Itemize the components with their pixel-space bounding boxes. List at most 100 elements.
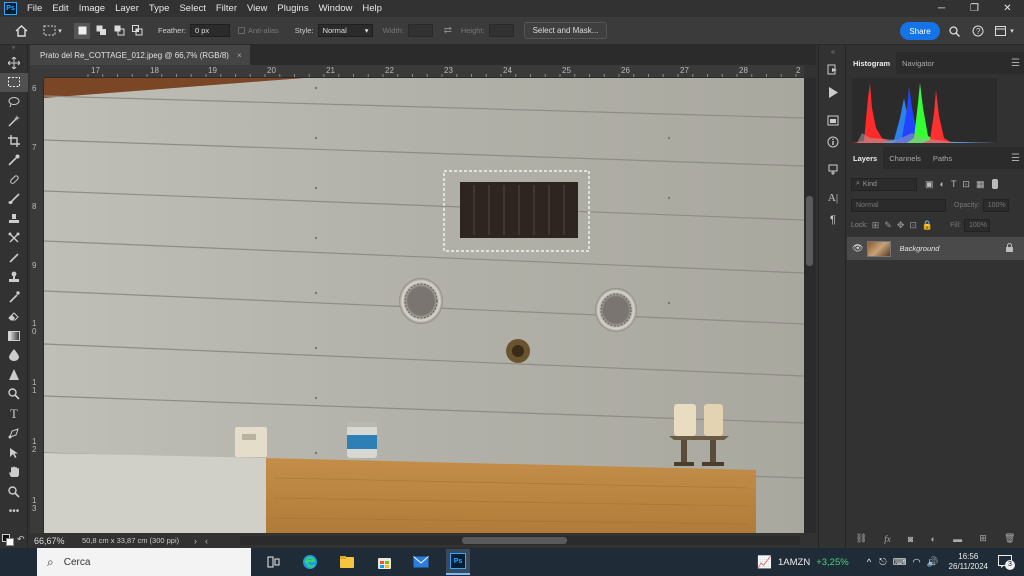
taskbar-search[interactable]: ⌕ Cerca xyxy=(37,548,251,576)
type-tool-icon[interactable]: T xyxy=(0,404,28,424)
chevron-up-icon[interactable]: ^ xyxy=(867,557,871,568)
feather-input[interactable]: 0 px xyxy=(189,24,230,37)
crop-tool-icon[interactable] xyxy=(0,131,28,151)
marquee-tool-preset-icon[interactable] xyxy=(42,24,56,38)
scroll-left-icon[interactable]: ‹ xyxy=(205,536,208,546)
menu-type[interactable]: Type xyxy=(144,3,175,14)
panel-menu-icon[interactable]: ☰ xyxy=(1011,153,1020,164)
add-mask-icon[interactable]: ◙ xyxy=(908,534,913,544)
adjustment-layer-icon[interactable]: ◐ xyxy=(930,534,935,544)
add-to-selection-icon[interactable] xyxy=(94,24,108,38)
minimize-button[interactable]: ─ xyxy=(925,0,958,17)
info-icon[interactable] xyxy=(819,131,847,153)
properties-icon[interactable] xyxy=(819,109,847,131)
path-selection-tool-icon[interactable] xyxy=(0,424,28,444)
swap-colors-icon[interactable]: ↶ xyxy=(17,534,25,545)
blend-mode-select[interactable]: Normal xyxy=(851,198,946,212)
zoom-tool-icon[interactable] xyxy=(0,482,28,502)
filter-toggle-icon[interactable] xyxy=(992,179,999,189)
fx-icon[interactable]: fx xyxy=(884,534,891,544)
menu-edit[interactable]: Edit xyxy=(47,3,73,14)
clone-stamp-tool-icon[interactable] xyxy=(0,209,28,229)
menu-image[interactable]: Image xyxy=(74,3,110,14)
color-swatches[interactable]: ↶ xyxy=(2,534,26,547)
play-actions-icon[interactable] xyxy=(819,81,847,103)
swap-icon[interactable]: ⇄ xyxy=(441,24,455,38)
stock-trend-icon[interactable]: 📈 xyxy=(757,555,772,569)
libraries-icon[interactable] xyxy=(819,159,847,181)
stock-change[interactable]: +3,25% xyxy=(816,557,849,568)
chevron-down-icon[interactable]: ▾ xyxy=(1008,24,1016,38)
rectangular-marquee-tool-icon[interactable] xyxy=(0,72,28,92)
pen-tool-icon[interactable] xyxy=(0,385,28,405)
filter-icons[interactable]: ▣◐T⊡▦ xyxy=(925,179,990,190)
menu-help[interactable]: Help xyxy=(357,3,387,14)
eyedropper-tool-icon[interactable] xyxy=(0,151,28,171)
horizontal-scrollbar[interactable] xyxy=(240,536,800,545)
keyboard-icon[interactable]: ⌨ xyxy=(893,557,907,568)
chevron-down-icon[interactable]: ▾ xyxy=(56,24,64,38)
new-selection-icon[interactable] xyxy=(74,22,90,39)
vertical-scrollbar[interactable] xyxy=(804,78,816,533)
brush-tool-icon[interactable] xyxy=(0,190,28,210)
direct-selection-tool-icon[interactable] xyxy=(0,443,28,463)
edge-icon[interactable] xyxy=(298,551,322,573)
menu-window[interactable]: Window xyxy=(314,3,358,14)
history-icon[interactable] xyxy=(819,59,847,81)
history-brush-tool-icon[interactable] xyxy=(0,229,28,249)
subtract-from-selection-icon[interactable] xyxy=(112,24,126,38)
stamp-tool-icon[interactable] xyxy=(0,268,28,288)
scroll-thumb[interactable] xyxy=(462,537,567,544)
select-and-mask-button[interactable]: Select and Mask... xyxy=(523,22,608,39)
paragraph-icon[interactable]: ¶ xyxy=(819,209,847,231)
menu-filter[interactable]: Filter xyxy=(211,3,242,14)
panel-menu-icon[interactable]: ☰ xyxy=(1011,58,1020,69)
new-layer-icon[interactable]: ⊞ xyxy=(979,533,987,544)
dodge-tool-icon[interactable] xyxy=(0,365,28,385)
zoom-level[interactable]: 66,67% xyxy=(34,536,78,546)
history-brush-icon[interactable] xyxy=(0,287,28,307)
magic-wand-tool-icon[interactable] xyxy=(0,112,28,132)
tab-navigator[interactable]: Navigator xyxy=(896,52,940,74)
menu-layer[interactable]: Layer xyxy=(110,3,144,14)
stock-ticker[interactable]: 1AMZN xyxy=(778,557,810,568)
task-view-icon[interactable] xyxy=(261,551,285,573)
wifi-icon[interactable]: ◠ xyxy=(912,557,920,568)
link-layers-icon[interactable]: ⛓ xyxy=(856,533,867,544)
move-tool-icon[interactable] xyxy=(0,53,28,73)
file-explorer-icon[interactable] xyxy=(335,551,359,573)
tab-channels[interactable]: Channels xyxy=(883,147,927,169)
eraser-icon[interactable] xyxy=(0,307,28,327)
photoshop-taskbar-icon[interactable]: Ps xyxy=(446,549,470,575)
blur-tool-icon[interactable] xyxy=(0,346,28,366)
background-color-swatch[interactable] xyxy=(6,538,14,546)
lock-icons[interactable]: ⊞✎✥⊡🔒 xyxy=(872,220,938,231)
tab-histogram[interactable]: Histogram xyxy=(847,52,897,74)
eye-icon[interactable]: 👁 xyxy=(852,243,863,254)
new-group-icon[interactable]: ▬ xyxy=(953,534,962,544)
menu-view[interactable]: View xyxy=(242,3,272,14)
eraser-tool-icon[interactable] xyxy=(0,248,28,268)
menu-select[interactable]: Select xyxy=(174,3,210,14)
opacity-input[interactable]: 100% xyxy=(982,198,1009,212)
vertical-ruler[interactable]: 6 7 8 9 1 0 1 1 1 2 1 3 xyxy=(30,78,44,533)
gradient-tool-icon[interactable] xyxy=(0,326,28,346)
collapse-icon[interactable]: » xyxy=(0,45,27,53)
close-tab-icon[interactable]: × xyxy=(237,51,242,60)
restore-button[interactable]: ❐ xyxy=(958,0,991,17)
home-icon[interactable] xyxy=(14,24,28,38)
layer-row-background[interactable]: 👁 Background xyxy=(847,237,1024,260)
store-icon[interactable] xyxy=(372,551,396,573)
height-input[interactable] xyxy=(488,24,514,37)
more-tools-icon[interactable]: ••• xyxy=(0,502,28,522)
collapse-icon[interactable]: « xyxy=(819,45,847,59)
layer-kind-filter[interactable]: ⌕ Kind xyxy=(851,177,917,191)
close-button[interactable]: ✕ xyxy=(991,0,1024,17)
taskbar-clock[interactable]: 16:56 26/11/2024 xyxy=(949,552,988,572)
help-icon[interactable]: ? xyxy=(971,24,985,38)
document-size[interactable]: 50,8 cm x 33,87 cm (300 ppi) xyxy=(82,536,194,545)
notification-icon[interactable]: 3 xyxy=(998,554,1015,570)
chevron-right-icon[interactable]: › xyxy=(194,536,197,546)
workspace-icon[interactable] xyxy=(994,24,1008,38)
tab-paths[interactable]: Paths xyxy=(927,147,958,169)
